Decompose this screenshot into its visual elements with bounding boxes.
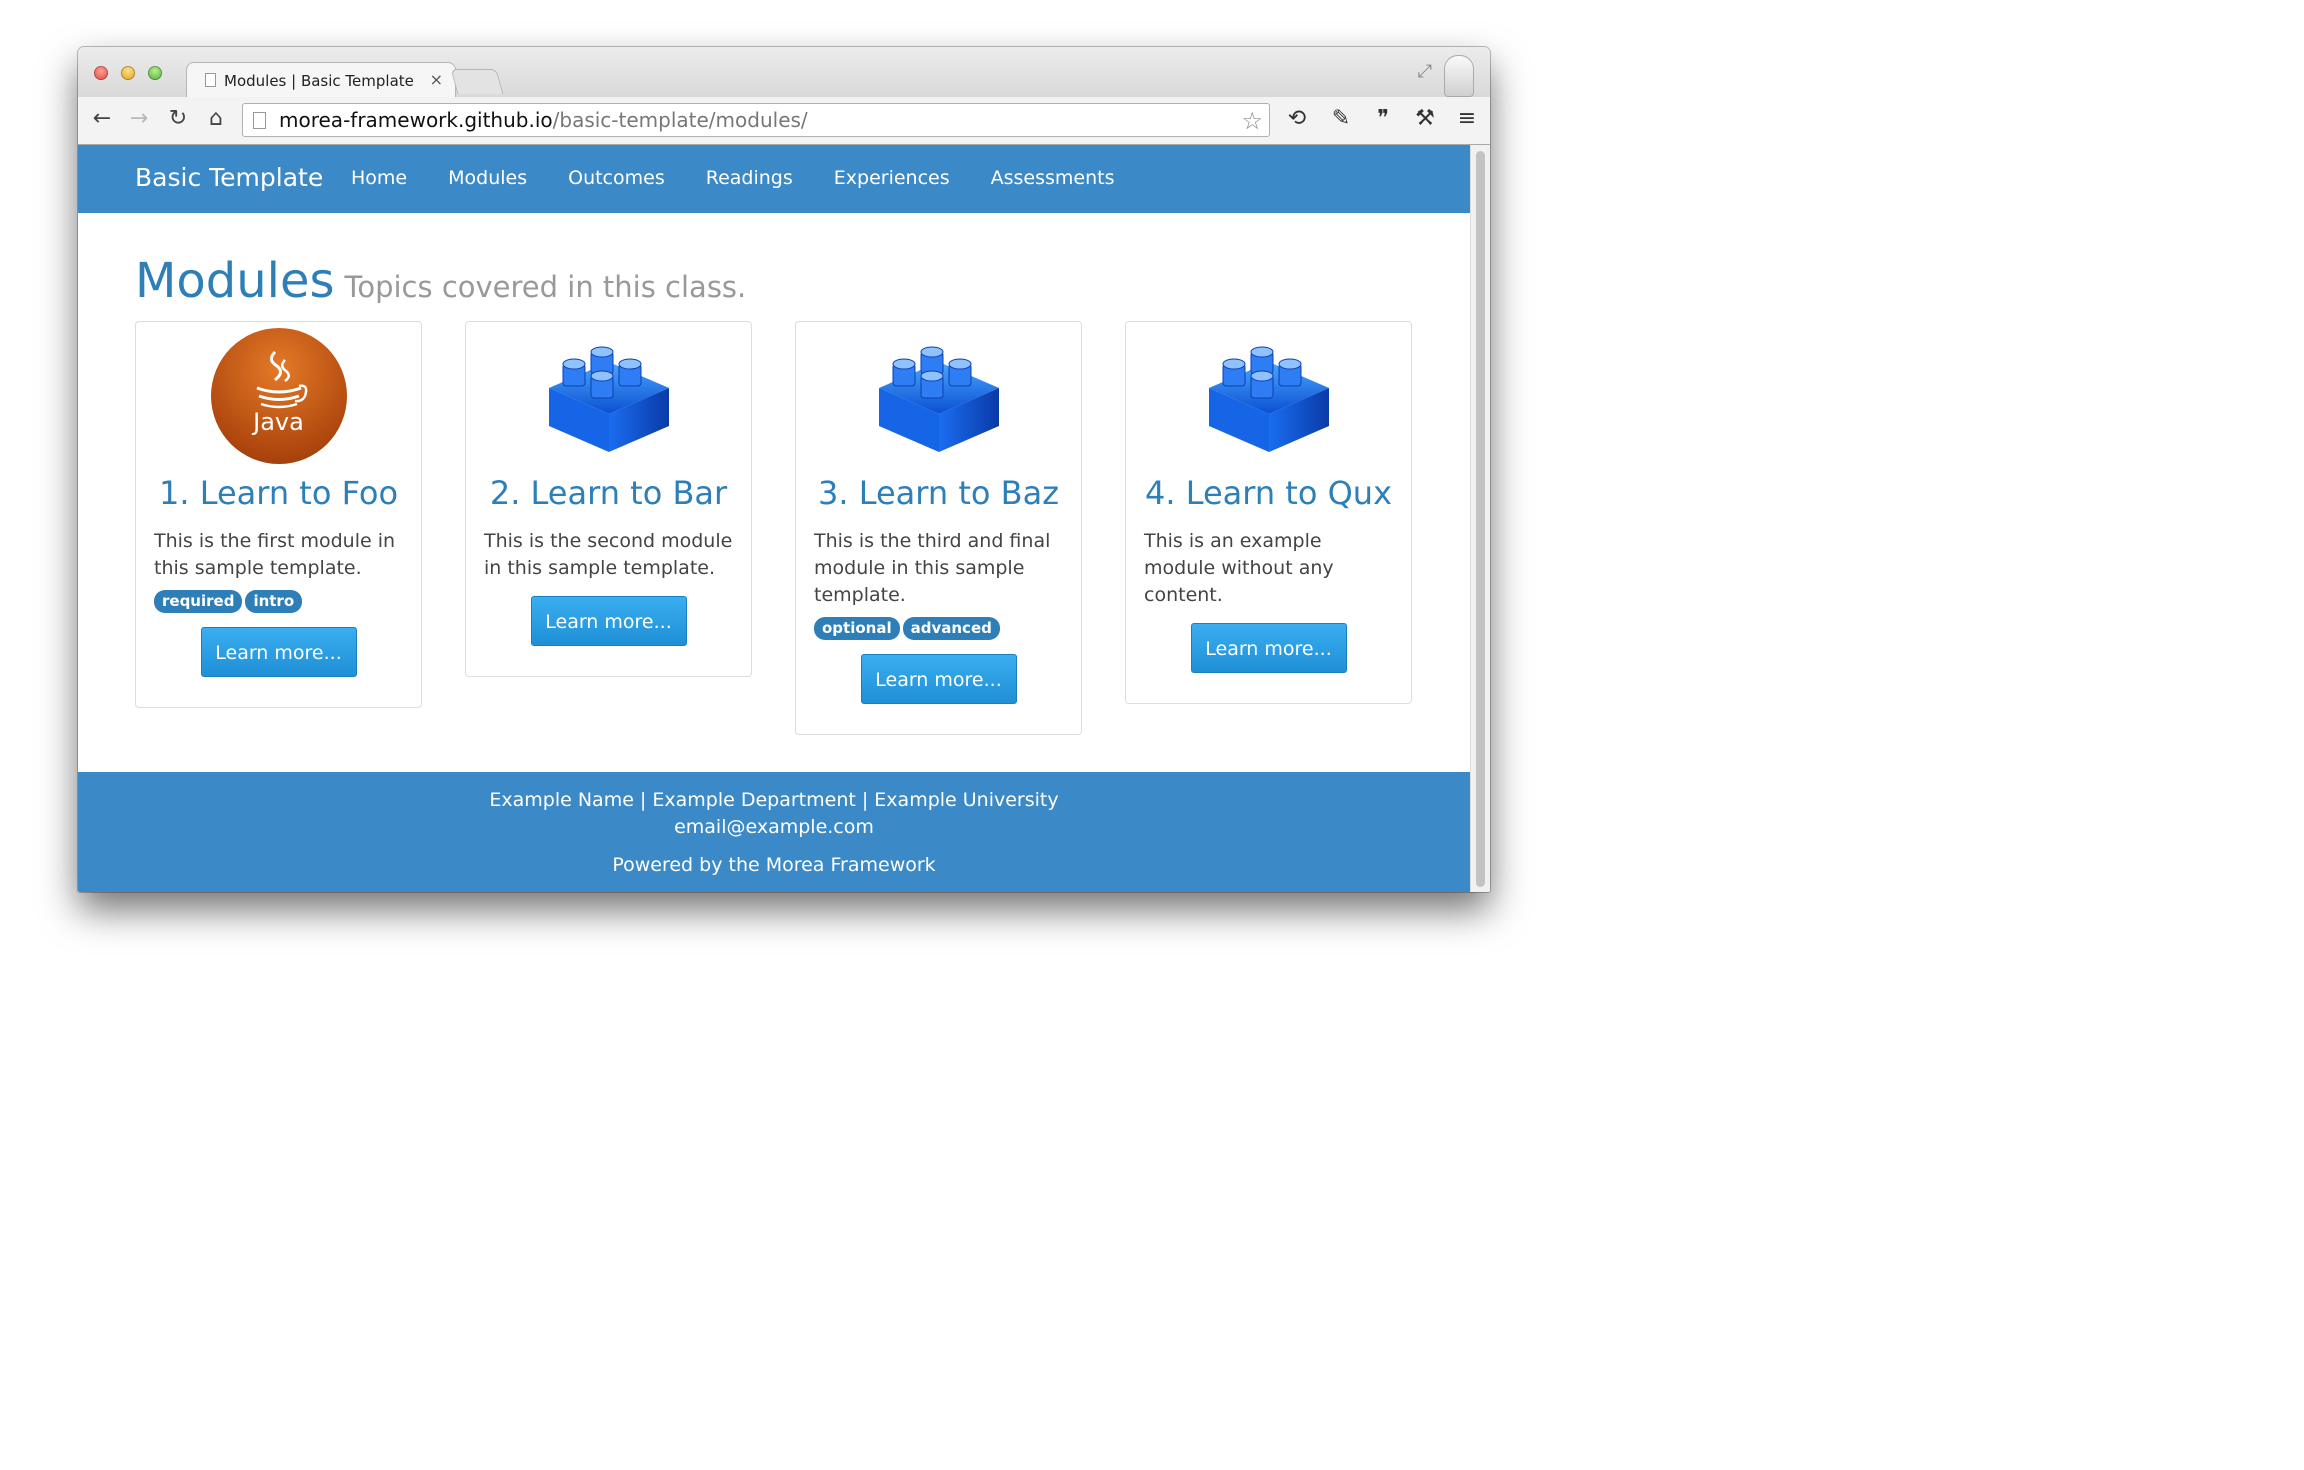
lego-block-icon [1199,326,1339,466]
nav-link-assessments[interactable]: Assessments [991,167,1115,189]
quote-extension-icon[interactable]: ❞ [1368,106,1398,131]
close-window-button[interactable] [94,66,108,80]
label-badge: advanced [902,617,1000,640]
browser-toolbar: ← → ↻ ⌂ morea-framework.github.io/basic-… [78,97,1490,145]
page-icon [253,112,266,129]
nav-link-home[interactable]: Home [351,167,407,189]
url-path: /basic-template/modules/ [552,108,808,132]
module-card: 2. Learn to Bar This is the second modul… [465,321,752,677]
back-arrow-icon[interactable]: ← [88,106,116,131]
lego-block-icon [869,326,1009,466]
minimize-window-button[interactable] [121,66,135,80]
module-description: This is the first module in this sample … [154,530,396,579]
site-navbar: Basic Template Home Modules Outcomes Rea… [78,145,1470,213]
vertical-scrollbar[interactable] [1470,145,1490,892]
site-brand[interactable]: Basic Template [135,163,323,192]
address-bar[interactable]: morea-framework.github.io/basic-template… [242,103,1270,137]
tab-close-icon[interactable]: × [430,70,443,89]
nav-link-outcomes[interactable]: Outcomes [568,167,665,189]
module-title[interactable]: 2. Learn to Bar [466,474,751,512]
module-description: This is the second module in this sample… [484,530,733,579]
title-bar: Modules | Basic Template × ⤢ [78,47,1490,98]
label-badge: intro [245,590,303,613]
nav-links: Home Modules Outcomes Readings Experienc… [351,167,1156,189]
label-badge: optional [814,617,900,640]
home-icon[interactable]: ⌂ [202,106,230,131]
zoom-window-button[interactable] [148,66,162,80]
profile-avatar-icon[interactable] [1444,55,1474,97]
java-icon: Java [209,326,349,466]
nav-link-experiences[interactable]: Experiences [834,167,950,189]
module-card: Java 1. Learn to Foo This is the first m… [135,321,422,708]
learn-more-button[interactable]: Learn more... [1190,623,1347,673]
reload-icon[interactable]: ↻ [164,106,192,131]
learn-more-button[interactable]: Learn more... [530,596,687,646]
footer-powered-by[interactable]: Powered by the Morea Framework [78,854,1470,876]
footer-email[interactable]: email@example.com [78,816,1470,838]
new-tab-button[interactable] [450,69,504,94]
tab-title: Modules | Basic Template [224,72,414,90]
module-card: 3. Learn to Baz This is the third and fi… [795,321,1082,735]
url-text[interactable]: morea-framework.github.io/basic-template… [279,108,808,132]
page-content: Basic Template Home Modules Outcomes Rea… [78,145,1470,892]
browser-window: Modules | Basic Template × ⤢ ← → ↻ ⌂ mor… [78,47,1490,892]
nav-link-modules[interactable]: Modules [448,167,527,189]
lego-block-icon [539,326,679,466]
module-labels: optional advanced [814,617,1063,640]
fullscreen-icon[interactable]: ⤢ [1418,61,1432,82]
page-icon [205,73,216,87]
eyedropper-extension-icon[interactable]: ✎ [1326,106,1356,131]
module-description: This is the third and final module in th… [814,530,1051,606]
learn-more-button[interactable]: Learn more... [860,654,1017,704]
url-host: morea-framework.github.io [279,108,553,132]
module-title[interactable]: 1. Learn to Foo [136,474,421,512]
learn-more-button[interactable]: Learn more... [200,627,357,677]
scrollbar-thumb[interactable] [1476,151,1485,887]
nav-link-readings[interactable]: Readings [706,167,793,189]
label-badge: required [154,590,243,613]
wrench-icon[interactable]: ⚒ [1410,106,1440,131]
sync-extension-icon[interactable]: ⟲ [1282,106,1312,131]
module-card: 4. Learn to Qux This is an example modul… [1125,321,1412,704]
module-labels: required intro [154,590,403,613]
forward-arrow-icon[interactable]: → [125,106,153,131]
footer-contact: Example Name | Example Department | Exam… [489,789,1059,811]
module-title[interactable]: 3. Learn to Baz [796,474,1081,512]
bookmark-star-icon[interactable]: ☆ [1241,107,1263,135]
java-logo-text: Java [253,408,304,436]
browser-tab[interactable]: Modules | Basic Template × [186,62,456,98]
page-heading: Modules [135,253,335,309]
module-description: This is an example module without any co… [1144,530,1334,606]
page-title: Modules Topics covered in this class. [135,253,746,309]
menu-icon[interactable]: ≡ [1452,106,1482,131]
site-footer: Example Name | Example Department | Exam… [78,772,1470,892]
page-subheading: Topics covered in this class. [344,270,747,304]
module-title[interactable]: 4. Learn to Qux [1126,474,1411,512]
